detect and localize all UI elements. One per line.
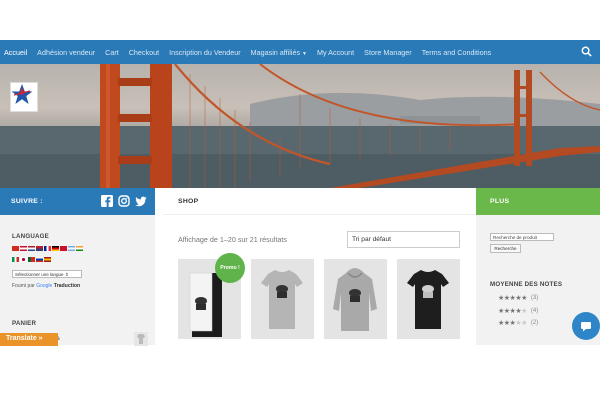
- star-rating-icon: ★★★★★: [498, 295, 527, 302]
- powered-by-label: Fourni par: [12, 283, 35, 289]
- flag-icon[interactable]: [52, 246, 59, 251]
- chevron-down-icon: ▼: [302, 50, 307, 57]
- product-grid: Promo !: [178, 253, 460, 339]
- nav-item-magasin-affilies[interactable]: Magasin affiliés ▼: [251, 48, 307, 57]
- product-card[interactable]: [324, 259, 387, 339]
- rating-count: (4): [530, 308, 539, 314]
- promo-badge: Promo !: [215, 253, 245, 283]
- language-select-value: Sélectionner une langue: [15, 272, 64, 277]
- nav-item-checkout[interactable]: Checkout: [129, 48, 159, 57]
- nav-item-inscription-vendeur[interactable]: Inscription du Vendeur: [169, 48, 241, 57]
- flag-icon[interactable]: [12, 257, 19, 262]
- rating-count: (3): [530, 295, 539, 301]
- ratings-title: MOYENNE DES NOTES: [490, 281, 563, 288]
- nav-item-magasin-label: Magasin affiliés: [250, 47, 301, 57]
- hero-banner: [0, 64, 600, 188]
- sort-select[interactable]: Tri par défaut: [347, 231, 460, 248]
- product-search-button[interactable]: Recherche: [490, 244, 521, 253]
- result-count: Affichage de 1–20 sur 21 résultats: [178, 235, 287, 244]
- flag-icon[interactable]: [44, 257, 51, 262]
- nav-item-cart[interactable]: Cart: [105, 48, 119, 57]
- flag-icon[interactable]: [68, 246, 75, 251]
- product-card[interactable]: Promo !: [178, 253, 245, 339]
- shop-header: SHOP: [163, 188, 475, 215]
- product-search-input[interactable]: Recherche de produit: [490, 233, 554, 241]
- nav-item-terms[interactable]: Terms and Conditions: [422, 48, 492, 57]
- powered-by: Fourni par Google Traduction: [12, 283, 80, 289]
- flag-icon[interactable]: [28, 246, 35, 251]
- chat-icon: [581, 322, 591, 332]
- language-flags-row2: [12, 257, 51, 262]
- nav-item-my-account[interactable]: My Account: [317, 48, 354, 57]
- language-select[interactable]: Sélectionner une langue ⇕: [12, 270, 82, 278]
- instagram-icon[interactable]: [118, 195, 130, 207]
- flag-icon[interactable]: [76, 246, 83, 251]
- rating-filter-4[interactable]: ★★★★★ (4): [498, 307, 538, 315]
- product-image: [261, 270, 303, 329]
- flag-icon[interactable]: [12, 246, 19, 251]
- flag-icon[interactable]: [36, 257, 43, 262]
- product-image: [333, 268, 377, 331]
- search-icon[interactable]: [581, 46, 592, 57]
- shop-title: SHOP: [178, 198, 199, 205]
- shop-content: Affichage de 1–20 sur 21 résultats Tri p…: [163, 215, 475, 345]
- product-card[interactable]: [397, 259, 460, 339]
- rating-filter-5[interactable]: ★★★★★ (3): [498, 294, 538, 302]
- google-logo: Google: [36, 283, 53, 289]
- star-rating-icon: ★★★★★: [498, 320, 527, 327]
- chat-button[interactable]: [572, 312, 600, 340]
- cart-thumbnail[interactable]: [134, 332, 148, 346]
- logo-image: [11, 84, 33, 104]
- star-rating-icon: ★★★★★: [498, 308, 527, 315]
- product-card[interactable]: [251, 259, 314, 339]
- facebook-icon[interactable]: [101, 195, 113, 207]
- flag-icon[interactable]: [20, 246, 27, 251]
- site-logo[interactable]: [10, 82, 38, 112]
- product-image: [407, 270, 449, 329]
- nav-item-accueil[interactable]: Accueil: [4, 48, 27, 57]
- rating-count: (2): [530, 320, 539, 326]
- more-title: PLUS: [490, 198, 510, 205]
- flag-icon[interactable]: [36, 246, 43, 251]
- more-header: PLUS: [476, 188, 600, 215]
- cart-title: PANIER: [12, 320, 37, 327]
- select-arrows-icon: ⇕: [64, 272, 69, 277]
- page: Accueil Adhésion vendeur Cart Checkout I…: [0, 0, 600, 400]
- translate-link[interactable]: Traduction: [54, 283, 81, 289]
- left-sidebar: LANGUAGE Sélectionner une langue ⇕ Fourn…: [0, 215, 155, 346]
- follow-header: SUIVRE :: [0, 188, 155, 215]
- flag-icon[interactable]: [44, 246, 51, 251]
- nav-item-store-manager[interactable]: Store Manager: [364, 48, 412, 57]
- rating-filter-3[interactable]: ★★★★★ (2): [498, 319, 538, 327]
- language-title: LANGUAGE: [12, 233, 50, 240]
- follow-label: SUIVRE :: [11, 198, 43, 205]
- nav-item-adhesion-vendeur[interactable]: Adhésion vendeur: [37, 48, 95, 57]
- flag-icon[interactable]: [28, 257, 35, 262]
- translate-button[interactable]: Translate »: [0, 333, 58, 346]
- bridge-image: [0, 64, 600, 188]
- flag-icon[interactable]: [20, 257, 27, 262]
- language-flags: [12, 246, 83, 251]
- main-nav: Accueil Adhésion vendeur Cart Checkout I…: [0, 40, 600, 64]
- twitter-icon[interactable]: [135, 195, 147, 207]
- flag-icon[interactable]: [60, 246, 67, 251]
